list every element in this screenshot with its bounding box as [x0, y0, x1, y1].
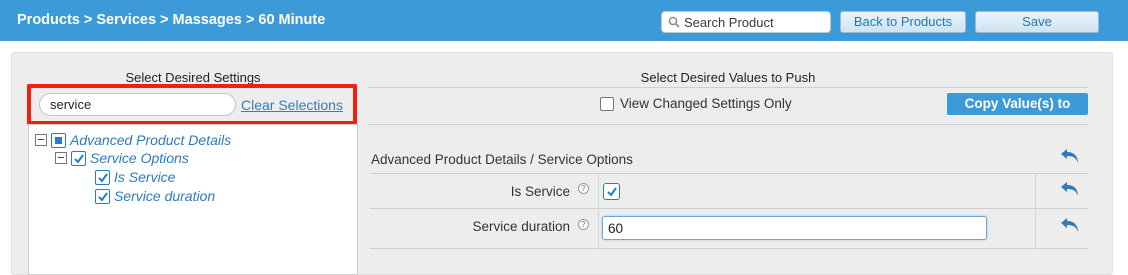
section-divider — [368, 124, 1088, 125]
settings-tree: Advanced Product Details Service Options… — [28, 124, 358, 275]
highlight-box — [27, 84, 357, 125]
help-icon[interactable]: ? — [578, 183, 589, 194]
search-icon — [668, 16, 680, 28]
tree-label-service-options[interactable]: Service Options — [90, 150, 189, 166]
field-label-service-duration: Service duration — [472, 219, 570, 234]
column-divider — [1035, 173, 1036, 249]
view-changed-toggle[interactable]: View Changed Settings Only — [600, 96, 792, 111]
tree-checkbox-service-options[interactable] — [71, 150, 86, 166]
copy-values-button[interactable]: Copy Value(s) to — [947, 93, 1088, 115]
tree-label-service-duration[interactable]: Service duration — [114, 188, 215, 204]
breadcrumb: Products > Services > Massages > 60 Minu… — [17, 12, 326, 28]
tree-label-advanced-product-details[interactable]: Advanced Product Details — [70, 132, 231, 148]
tree-node-service-duration: Service duration — [95, 188, 215, 204]
row-divider — [370, 248, 1088, 249]
row-divider — [370, 173, 1088, 174]
tree-checkbox-service-duration[interactable] — [95, 188, 110, 204]
undo-arrow-icon[interactable] — [1059, 147, 1081, 165]
undo-arrow-icon[interactable] — [1059, 180, 1081, 198]
product-search[interactable] — [661, 11, 831, 33]
checkmark-icon — [74, 153, 84, 164]
values-panel-title: Select Desired Values to Push — [640, 70, 816, 85]
tree-node-advanced-product-details: Advanced Product Details — [35, 132, 231, 148]
collapse-toggle-icon[interactable] — [55, 152, 67, 164]
tree-checkbox-advanced-product-details[interactable] — [51, 132, 66, 148]
checkmark-icon — [607, 187, 617, 197]
save-button[interactable]: Save — [975, 11, 1099, 33]
checkmark-icon — [98, 172, 108, 183]
view-changed-checkbox[interactable] — [600, 96, 614, 111]
group-header: Advanced Product Details / Service Optio… — [371, 152, 633, 167]
undo-arrow-icon[interactable] — [1059, 216, 1081, 234]
title-divider — [368, 87, 1088, 88]
is-service-value-checkbox[interactable] — [603, 183, 620, 200]
header-bar: Products > Services > Massages > 60 Minu… — [0, 0, 1128, 41]
tree-checkbox-is-service[interactable] — [95, 169, 110, 185]
collapse-toggle-icon[interactable] — [35, 134, 47, 146]
back-to-products-button[interactable]: Back to Products — [840, 11, 966, 33]
tree-node-is-service: Is Service — [95, 169, 175, 185]
help-icon[interactable]: ? — [578, 219, 589, 230]
settings-panel-title: Select Desired Settings — [125, 70, 261, 85]
checkmark-icon — [98, 191, 108, 202]
column-divider — [598, 173, 599, 249]
tree-label-is-service[interactable]: Is Service — [114, 169, 175, 185]
view-changed-label: View Changed Settings Only — [620, 96, 792, 111]
service-duration-input[interactable] — [602, 216, 987, 240]
tree-node-service-options: Service Options — [55, 150, 189, 166]
search-input[interactable] — [684, 13, 826, 31]
field-label-is-service: Is Service — [510, 184, 570, 199]
row-divider — [370, 208, 1088, 209]
